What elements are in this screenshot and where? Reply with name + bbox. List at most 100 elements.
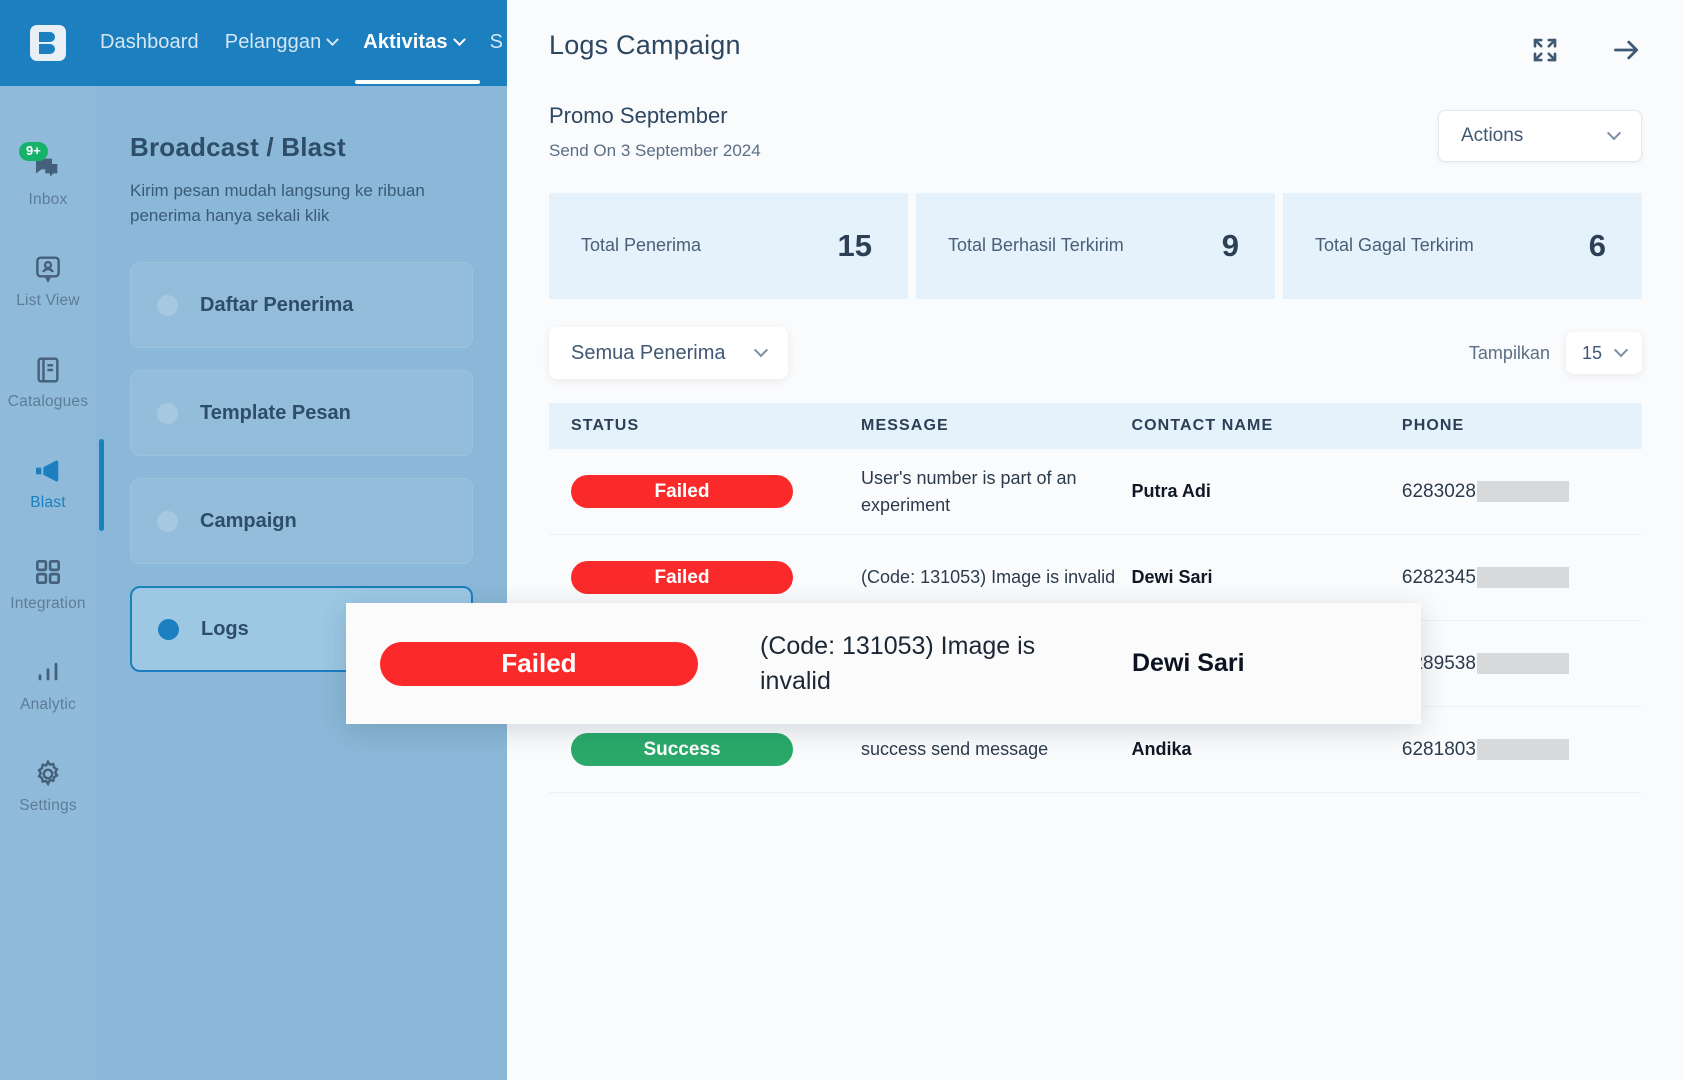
cell-contact-name: Dewi Sari <box>1131 567 1213 587</box>
phone-redaction-bar <box>1476 739 1569 760</box>
cell-status: Success <box>571 733 861 766</box>
brand-logo-icon[interactable] <box>30 25 66 61</box>
stat-label: Total Berhasil Terkirim <box>948 235 1124 256</box>
arrow-right-icon[interactable] <box>1610 34 1642 66</box>
sidebar-item-integration[interactable]: Integration <box>0 556 96 613</box>
panel-item-campaign[interactable]: Campaign <box>130 478 473 565</box>
broadcast-panel: Broadcast / Blast Kirim pesan mudah lang… <box>96 86 507 1080</box>
sidebar-item-catalogues[interactable]: Catalogues <box>0 354 96 411</box>
book-icon <box>32 354 64 386</box>
radio-dot-icon <box>157 510 178 532</box>
logs-table: STATUS MESSAGE CONTACT NAME PHONE Failed… <box>549 403 1642 793</box>
sidebar-label: Analytic <box>20 696 76 713</box>
status-badge: Success <box>571 733 793 766</box>
panel-item-label: Campaign <box>200 509 297 532</box>
panel-item-label: Template Pesan <box>200 401 351 424</box>
chevron-down-icon <box>1613 343 1629 358</box>
sidebar-label: List View <box>16 292 80 309</box>
cell-status: Failed <box>571 475 861 508</box>
chevron-down-icon <box>1606 126 1622 141</box>
status-badge: Failed <box>571 561 793 594</box>
column-header-message: MESSAGE <box>861 417 949 434</box>
app-root: Dashboard Pelanggan Aktivitas S 9+ Inbox… <box>0 0 1684 1080</box>
magnified-status-badge: Failed <box>380 641 698 686</box>
sidebar-item-analytic[interactable]: Analytic <box>0 657 96 714</box>
stat-value: 15 <box>837 228 872 263</box>
sidebar-label: Blast <box>30 494 66 511</box>
sidebar-item-blast[interactable]: Blast <box>0 439 104 531</box>
stat-card-total-penerima: Total Penerima 15 <box>549 193 908 299</box>
nav-item-dashboard[interactable]: Dashboard <box>100 31 199 56</box>
radio-dot-icon <box>158 618 179 640</box>
column-header-status: STATUS <box>571 417 640 434</box>
panel-item-label: Daftar Penerima <box>200 293 354 316</box>
page-size-group: Tampilkan 15 <box>1469 332 1642 374</box>
panel-item-label: Logs <box>201 617 249 640</box>
sidebar-label: Catalogues <box>7 393 89 410</box>
sidebar-item-inbox[interactable]: 9+ Inbox <box>0 142 96 209</box>
nav-item-aktivitas[interactable]: Aktivitas <box>355 31 480 84</box>
top-nav-items: Dashboard Pelanggan Aktivitas S <box>100 30 503 84</box>
stat-label: Total Gagal Terkirim <box>1315 235 1474 256</box>
phone-redaction-bar <box>1476 481 1569 502</box>
status-badge: Failed <box>571 475 793 508</box>
phone-visible-part: 6281803 <box>1401 738 1476 760</box>
sidebar-label: Settings <box>19 797 77 814</box>
table-row[interactable]: Failed User's number is part of an exper… <box>549 449 1642 535</box>
magnified-contact-name: Dewi Sari <box>1132 649 1245 677</box>
page-size-label: Tampilkan <box>1468 342 1550 363</box>
page-title: Logs Campaign <box>549 30 741 60</box>
cell-phone: 6289538 <box>1402 653 1642 675</box>
column-header-phone: PHONE <box>1401 417 1465 434</box>
stat-label: Total Penerima <box>581 235 702 256</box>
sidebar-item-settings[interactable]: Settings <box>0 758 96 815</box>
cell-message: success send message <box>861 739 1049 760</box>
nav-item-truncated[interactable]: S <box>490 31 503 56</box>
page-size-select[interactable]: 15 <box>1565 332 1642 374</box>
stat-card-total-berhasil: Total Berhasil Terkirim 9 <box>916 193 1275 299</box>
sidebar-item-list-view[interactable]: List View <box>0 253 96 310</box>
grid-icon <box>32 556 64 588</box>
row-magnifier-overlay: Failed (Code: 131053) Image is invalid D… <box>346 603 1421 724</box>
chevron-down-icon <box>753 343 768 358</box>
column-header-contact-name: CONTACT NAME <box>1131 417 1274 434</box>
recipient-filter-select[interactable]: Semua Penerima <box>549 327 788 379</box>
top-navigation-bar: Dashboard Pelanggan Aktivitas S <box>0 0 507 86</box>
sidebar-label: Integration <box>10 595 86 612</box>
nav-label: S <box>489 30 504 53</box>
panel-item-daftar-penerima[interactable]: Daftar Penerima <box>130 262 473 349</box>
recipient-filter-value: Semua Penerima <box>571 341 726 364</box>
nav-label: Pelanggan <box>224 30 322 53</box>
stat-value: 6 <box>1588 228 1606 263</box>
chevron-down-icon <box>452 32 466 46</box>
magnified-message: (Code: 131053) Image is invalid <box>760 631 1036 695</box>
phone-redaction-bar <box>1476 567 1569 588</box>
stat-value: 9 <box>1221 228 1239 263</box>
main-content: Logs Campaign Promo September Send On 3 … <box>507 0 1684 1080</box>
megaphone-icon <box>32 455 64 487</box>
sidebar-icon-rail: 9+ Inbox List View Catalogues Blast Inte… <box>0 86 104 1080</box>
expand-fullscreen-icon[interactable] <box>1530 35 1560 65</box>
inbox-unread-badge: 9+ <box>19 142 48 161</box>
radio-dot-icon <box>157 402 178 424</box>
gear-icon <box>32 758 64 790</box>
actions-dropdown-button[interactable]: Actions <box>1438 110 1642 162</box>
cell-contact-name: Andika <box>1131 739 1192 759</box>
cell-message: (Code: 131053) Image is invalid <box>861 567 1116 588</box>
nav-label: Dashboard <box>100 30 199 53</box>
sidebar-label: Inbox <box>28 191 68 208</box>
cell-contact-name: Putra Adi <box>1131 481 1211 501</box>
header-icon-group <box>1530 34 1642 66</box>
page-size-value: 15 <box>1581 342 1602 363</box>
nav-item-pelanggan[interactable]: Pelanggan <box>224 30 340 56</box>
phone-visible-part: 6282345 <box>1401 566 1476 588</box>
cell-status: Failed <box>571 561 861 594</box>
panel-subtitle: Kirim pesan mudah langsung ke ribuan pen… <box>130 181 425 225</box>
filter-row: Semua Penerima Tampilkan 15 <box>549 327 1642 379</box>
main-header: Logs Campaign Promo September Send On 3 … <box>507 0 1684 162</box>
phone-redaction-bar <box>1476 653 1569 674</box>
stats-row: Total Penerima 15 Total Berhasil Terkiri… <box>549 193 1642 299</box>
contact-card-icon <box>32 253 64 285</box>
panel-item-template-pesan[interactable]: Template Pesan <box>130 370 473 457</box>
cell-phone: 6282345 <box>1402 567 1642 589</box>
